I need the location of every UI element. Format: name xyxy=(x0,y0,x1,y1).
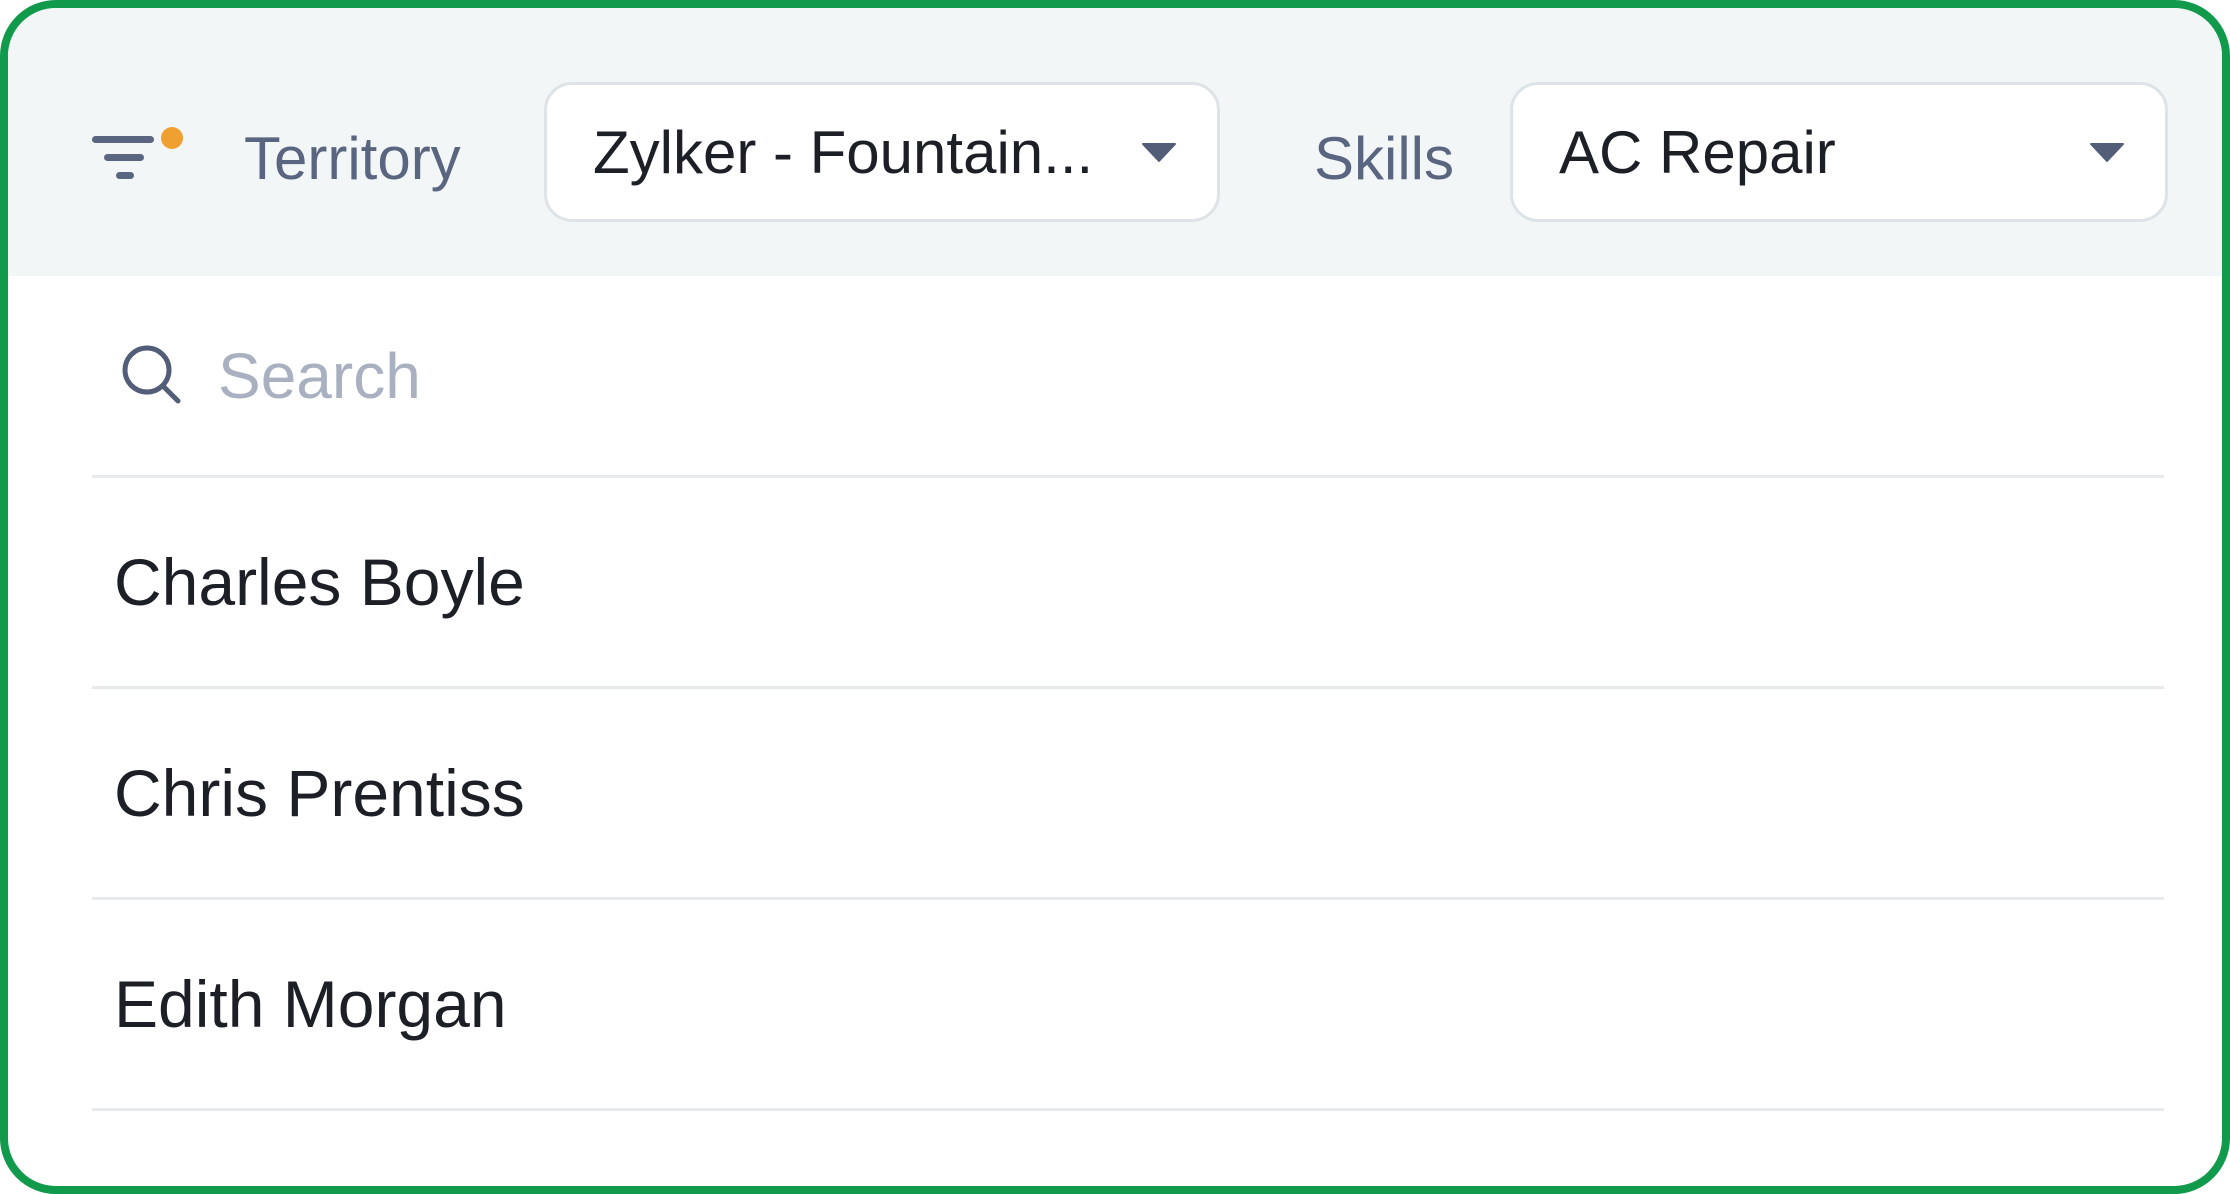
filter-icon[interactable] xyxy=(92,120,192,190)
filter-active-dot xyxy=(161,127,183,149)
skills-selected-value: AC Repair xyxy=(1559,118,1836,186)
technician-name: Chris Prentiss xyxy=(114,756,525,830)
technician-name: Charles Boyle xyxy=(114,545,525,619)
list-item[interactable]: Charles Boyle xyxy=(92,478,2164,689)
skills-dropdown[interactable]: AC Repair xyxy=(1510,82,2168,222)
filter-bar: Territory Zylker - Fountain... Skills AC… xyxy=(8,8,2222,276)
territory-label: Territory xyxy=(244,125,461,192)
technician-picker-panel: Territory Zylker - Fountain... Skills AC… xyxy=(0,0,2230,1194)
search-icon xyxy=(118,341,188,411)
technician-name: Edith Morgan xyxy=(114,967,507,1041)
search-bar xyxy=(92,276,2164,478)
chevron-down-icon xyxy=(2089,140,2125,164)
chevron-down-icon xyxy=(1141,140,1177,164)
territory-selected-value: Zylker - Fountain... xyxy=(593,118,1094,186)
skills-label: Skills xyxy=(1314,125,1455,192)
search-input[interactable] xyxy=(218,325,2164,426)
list-item[interactable]: Chris Prentiss xyxy=(92,689,2164,900)
list-item[interactable]: Edith Morgan xyxy=(92,900,2164,1111)
technician-list: Charles Boyle Chris Prentiss Edith Morga… xyxy=(92,478,2164,1111)
territory-dropdown[interactable]: Zylker - Fountain... xyxy=(544,82,1220,222)
